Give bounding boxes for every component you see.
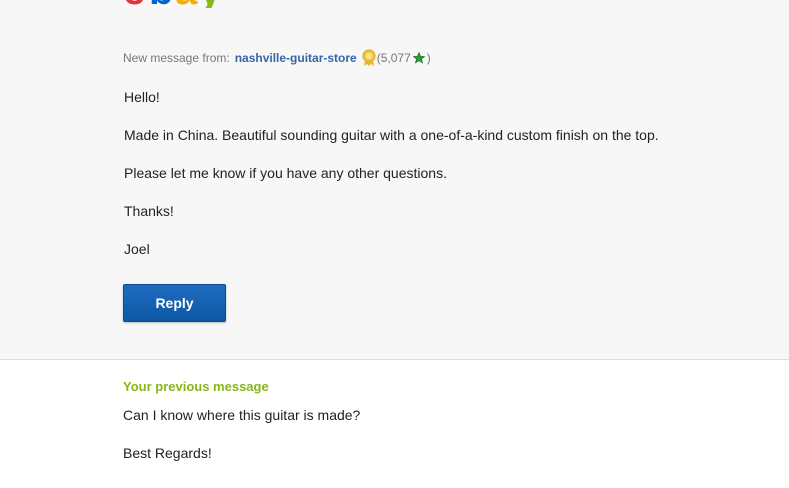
reply-button[interactable]: Reply bbox=[123, 284, 226, 322]
message-signature: Joel bbox=[124, 241, 150, 257]
logo-letter-e: e bbox=[123, 0, 145, 8]
top-rated-seller-badge-icon bbox=[361, 49, 377, 67]
sender-link[interactable]: nashville-guitar-store bbox=[235, 51, 357, 65]
previous-message-title: Your previous message bbox=[123, 379, 269, 394]
feedback-score: (5,077 bbox=[376, 51, 411, 65]
feedback-close: ) bbox=[426, 51, 431, 65]
previous-message-line: Best Regards! bbox=[123, 445, 212, 461]
logo-letter-a: a bbox=[175, 0, 197, 8]
ebay-logo[interactable]: e b a y bbox=[123, 0, 253, 8]
message-panel: e b a y New message from: nashville-guit… bbox=[0, 0, 789, 360]
header-prefix: New message from: bbox=[123, 51, 230, 65]
logo-letter-b: b bbox=[149, 0, 174, 8]
feedback-star-icon bbox=[412, 51, 426, 64]
message-line: Hello! bbox=[124, 89, 160, 105]
previous-message-line: Can I know where this guitar is made? bbox=[123, 407, 361, 423]
message-line: Thanks! bbox=[124, 203, 174, 219]
message-line: Please let me know if you have any other… bbox=[124, 165, 447, 181]
message-header: New message from: nashville-guitar-store… bbox=[123, 49, 431, 67]
message-line: Made in China. Beautiful sounding guitar… bbox=[124, 127, 659, 143]
logo-letter-y: y bbox=[199, 0, 221, 8]
